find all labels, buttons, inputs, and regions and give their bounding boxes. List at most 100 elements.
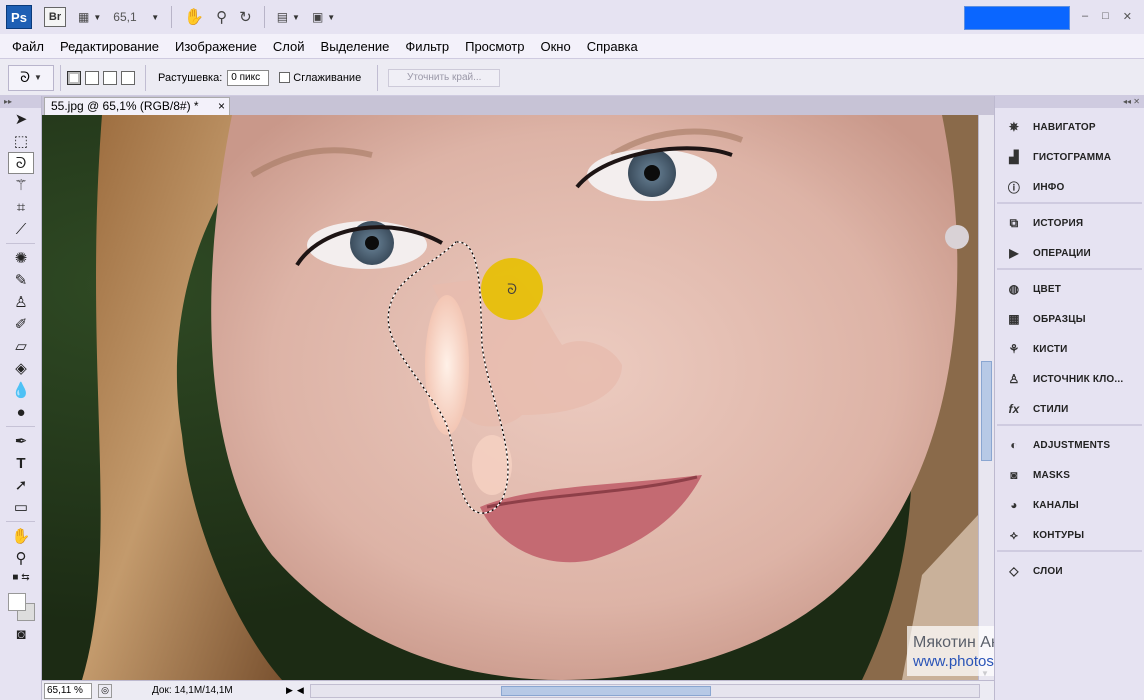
marquee-tool[interactable]: ⬚ [0,130,42,152]
menu-layer[interactable]: Слой [273,39,305,54]
add-to-selection-button[interactable] [85,70,99,85]
healing-brush-tool[interactable]: ✺ [0,247,42,269]
divider [6,521,35,522]
screen-mode-button[interactable]: ▣ ▼ [312,10,335,24]
intersect-selection-button[interactable] [121,70,135,85]
menu-filter[interactable]: Фильтр [405,39,449,54]
menu-help[interactable]: Справка [587,39,638,54]
divider [263,6,265,28]
zoom-tool-button[interactable]: ⚲ [216,8,227,26]
menu-select[interactable]: Выделение [321,39,390,54]
panel-brushes[interactable]: ⚘ КИСТИ [997,334,1142,364]
document-canvas[interactable] [42,115,978,680]
panel-paths[interactable]: ⟡ КОНТУРЫ [997,520,1142,550]
move-tool[interactable]: ➤ [0,108,42,130]
subtract-from-selection-button[interactable] [103,70,117,85]
maximize-button[interactable]: □ [1102,10,1109,23]
hand-tool[interactable]: ✋ [0,525,42,547]
chevron-down-icon: ▼ [151,12,160,22]
close-document-button[interactable]: × [218,98,225,114]
panel-info[interactable]: ⓘ ИНФО [997,172,1142,202]
menu-window[interactable]: Окно [540,39,570,54]
workspace-field[interactable] [964,6,1070,30]
panel-label: ADJUSTMENTS [1033,439,1111,451]
horizontal-scrollbar[interactable] [309,683,980,698]
panel-group-history: ⧉ ИСТОРИЯ ▶ ОПЕРАЦИИ [997,208,1142,270]
menu-file[interactable]: Файл [12,39,44,54]
type-tool[interactable]: T [0,452,42,474]
history-brush-tool[interactable]: ✐ [0,313,42,335]
lasso-tool[interactable]: ᘐ [8,152,34,174]
panel-styles[interactable]: fx СТИЛИ [997,394,1142,424]
menu-image[interactable]: Изображение [175,39,257,54]
panel-masks[interactable]: ◙ MASKS [997,460,1142,490]
menu-edit[interactable]: Редактирование [60,39,159,54]
panel-histogram[interactable]: ▟ ГИСТОГРАММА [997,142,1142,172]
rotate-view-icon: ↻ [239,9,252,26]
divider [377,64,379,91]
tool-preset-picker[interactable]: ᘐ ▼ [8,64,54,91]
panel-color[interactable]: ◍ ЦВЕТ [997,274,1142,304]
new-selection-button[interactable] [67,70,81,85]
mask-icon: ◙ [1010,468,1018,482]
status-menu-arrow-icon[interactable]: ▶ [286,685,293,696]
status-zoom-field[interactable]: 65,11 % [44,682,92,699]
vertical-scroll-thumb[interactable] [981,361,992,461]
menu-view[interactable]: Просмотр [465,39,524,54]
horizontal-scroll-thumb[interactable] [500,685,711,696]
layers-icon: ◇ [1009,564,1019,578]
panel-group-layers: ◇ СЛОИ [997,556,1142,586]
paint-bucket-tool[interactable]: ◈ [0,357,42,379]
quick-selection-tool[interactable]: ⚚ [0,174,42,196]
divider [60,64,61,91]
swap-colors-icon: ■ ⇆ [12,571,30,583]
dodge-tool[interactable]: ● [0,401,42,423]
feather-input[interactable] [227,69,270,86]
chevron-down-icon: ▼ [292,12,300,22]
document-tab[interactable]: 55.jpg @ 65,1% (RGB/8#) * × [44,97,230,115]
collapse-panels-icon[interactable]: ◂◂ ✕ [995,96,1144,108]
refine-edge-button[interactable]: Уточнить край... [388,68,501,87]
foreground-color-swatch[interactable] [8,593,26,611]
eraser-tool[interactable]: ▱ [0,335,42,357]
rectangle-icon: ▭ [13,499,29,516]
arrange-documents-button[interactable]: ▤ ▼ [277,10,300,24]
vertical-scrollbar[interactable]: ▼ [978,115,994,680]
default-colors-button[interactable]: ■ ⇆ [0,569,42,585]
pen-tool[interactable]: ✒ [0,430,42,452]
close-button[interactable]: ✕ [1123,10,1132,23]
brush-tool[interactable]: ✎ [0,269,42,291]
navigator-icon: ✵ [1008,120,1020,134]
panel-adjustments[interactable]: ◐ ADJUSTMENTS [997,430,1142,460]
panel-channels[interactable]: ◕ КАНАЛЫ [997,490,1142,520]
panel-clone-source[interactable]: ♙ ИСТОЧНИК КЛО... [997,364,1142,394]
status-info-icon[interactable]: ◎ [98,683,112,698]
scroll-left-icon[interactable]: ◀ [297,685,304,696]
panel-label: ИСТОЧНИК КЛО... [1033,373,1124,385]
panel-layers[interactable]: ◇ СЛОИ [997,556,1142,586]
clone-source-icon: ♙ [1008,372,1020,386]
eyedropper-tool[interactable]: ⟋ [0,218,42,240]
panel-history[interactable]: ⧉ ИСТОРИЯ [997,208,1142,238]
play-icon: ▶ [1009,246,1019,260]
hand-tool-button[interactable]: ✋ [184,7,204,27]
antialias-checkbox[interactable] [279,72,291,83]
crop-tool[interactable]: ⌗ [0,196,42,218]
rotate-view-button[interactable]: ↻ [239,8,252,26]
zoom-tool[interactable]: ⚲ [0,547,42,569]
bridge-button[interactable]: Br [44,7,66,27]
shape-tool[interactable]: ▭ [0,496,42,518]
zoom-level-dropdown[interactable]: 65,1 ▼ [113,10,159,24]
panel-actions[interactable]: ▶ ОПЕРАЦИИ [997,238,1142,268]
minimize-button[interactable]: – [1082,10,1088,23]
clone-stamp-tool[interactable]: ♙ [0,291,42,313]
panel-swatches[interactable]: ▦ ОБРАЗЦЫ [997,304,1142,334]
panel-navigator[interactable]: ✵ НАВИГАТОР [997,112,1142,142]
collapse-toolbar-icon[interactable]: ▸▸ [0,96,41,108]
screen-mode-icon: ▣ [311,10,324,24]
quick-mask-button[interactable]: ◙ [0,623,42,645]
view-extras-button[interactable]: ▦ ▼ [78,10,101,24]
path-selection-tool[interactable]: ➚ [0,474,42,496]
panel-label: ОБРАЗЦЫ [1033,313,1086,325]
blur-tool[interactable]: 💧 [0,379,42,401]
